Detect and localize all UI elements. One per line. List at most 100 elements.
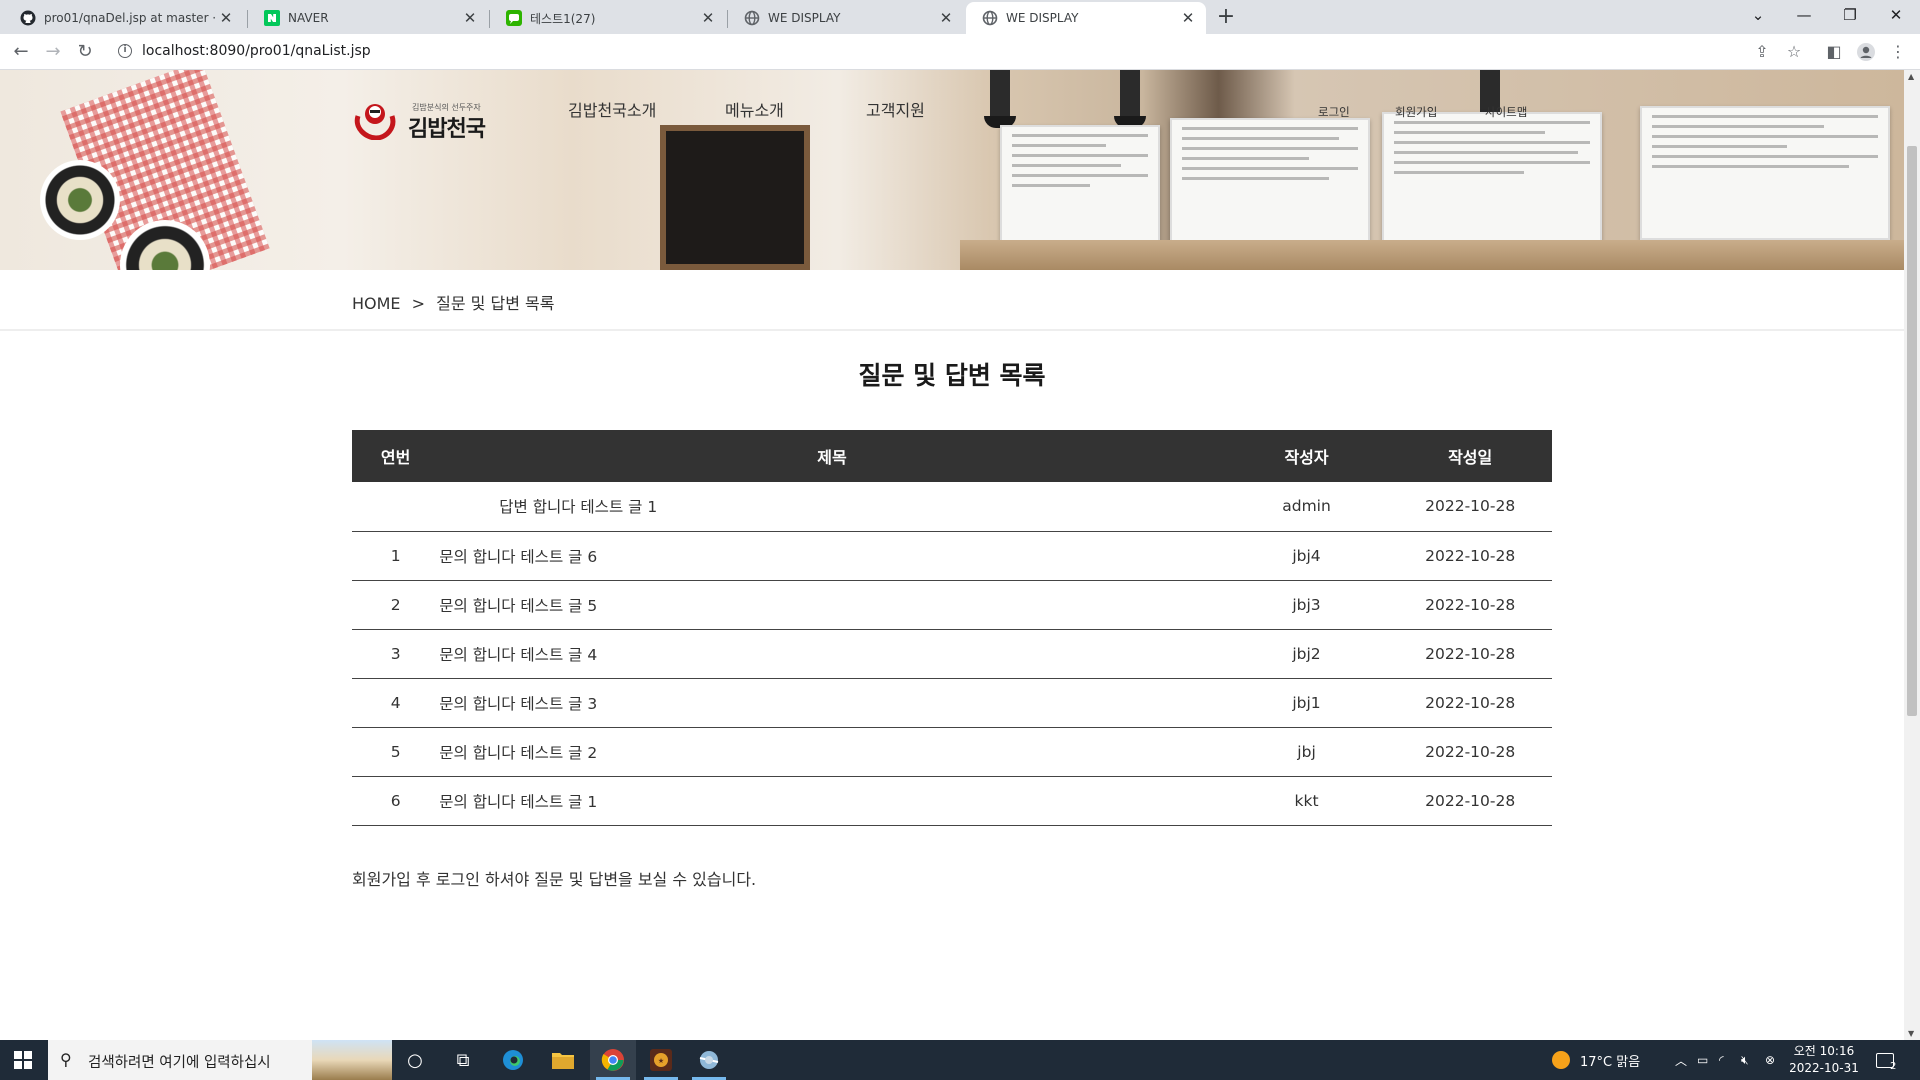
weather-widget[interactable]: 17°C 맑음 — [1552, 1040, 1640, 1080]
taskbar-clock[interactable]: 오전 10:16 2022-10-31 — [1788, 1043, 1860, 1077]
edge-icon[interactable] — [490, 1040, 536, 1080]
breadcrumb-current: 질문 및 답변 목록 — [436, 294, 555, 313]
table-row[interactable]: 4 문의 합니다 테스트 글 3 jbj1 2022-10-28 — [352, 678, 1552, 728]
row-title-link[interactable]: 문의 합니다 테스트 글 3 — [439, 678, 1225, 728]
table-row[interactable]: 6 문의 합니다 테스트 글 1 kkt 2022-10-28 — [352, 776, 1552, 826]
notification-count: 2 — [1890, 1060, 1897, 1072]
tab-we-display[interactable]: WE DISPLAY ✕ — [728, 2, 964, 34]
globe-icon — [744, 10, 760, 26]
search-icon: ⚲ — [60, 1050, 72, 1069]
tab-github[interactable]: pro01/qnaDel.jsp at master · ok ✕ — [4, 2, 244, 34]
row-date: 2022-10-28 — [1388, 678, 1552, 728]
row-writer: jbj3 — [1224, 580, 1389, 630]
menu-board-decoration — [1382, 112, 1602, 242]
chrome-icon[interactable] — [590, 1040, 636, 1080]
close-icon[interactable]: ✕ — [462, 9, 478, 27]
close-window-button[interactable]: ✕ — [1873, 0, 1919, 30]
row-number: 6 — [352, 776, 440, 826]
volume-muted-icon[interactable]: 🔇︎ — [1741, 1040, 1749, 1080]
lamp-decoration — [1114, 70, 1146, 128]
tray-device-icon[interactable]: ▭ — [1697, 1040, 1708, 1080]
row-title-link[interactable]: 문의 합니다 테스트 글 6 — [439, 531, 1225, 581]
table-row[interactable]: 2 문의 합니다 테스트 글 5 jbj3 2022-10-28 — [352, 580, 1552, 630]
row-number: 4 — [352, 678, 440, 728]
row-date: 2022-10-28 — [1388, 776, 1552, 826]
table-row[interactable]: 5 문의 합니다 테스트 글 2 jbj 2022-10-28 — [352, 727, 1552, 777]
row-title-link[interactable]: 문의 합니다 테스트 글 5 — [439, 580, 1225, 630]
row-date: 2022-10-28 — [1388, 629, 1552, 679]
start-button[interactable] — [0, 1040, 46, 1080]
browser-tab-strip: pro01/qnaDel.jsp at master · ok ✕ NAVER … — [0, 0, 1920, 34]
game-app-icon[interactable]: ★ — [638, 1040, 684, 1080]
new-tab-button[interactable]: + — [1212, 4, 1240, 32]
nav-item-about[interactable]: 김밥천국소개 — [568, 97, 656, 121]
table-row[interactable]: 3 문의 합니다 테스트 글 4 jbj2 2022-10-28 — [352, 629, 1552, 679]
share-icon[interactable]: ⇪ — [1747, 37, 1777, 67]
tab-we-display-active[interactable]: WE DISPLAY ✕ — [966, 2, 1206, 34]
page-scrollbar[interactable]: ▲ ▼ — [1904, 70, 1920, 1040]
site-info-icon[interactable]: i — [118, 44, 132, 58]
close-icon[interactable]: ✕ — [1180, 9, 1196, 27]
signup-link[interactable]: 회원가입 — [1395, 104, 1437, 120]
svg-text:★: ★ — [658, 1057, 664, 1065]
tray-status-icon[interactable]: ⊗ — [1765, 1040, 1775, 1080]
close-icon[interactable]: ✕ — [938, 9, 954, 27]
scrollbar-thumb[interactable] — [1907, 146, 1917, 716]
qna-table: 연번 제목 작성자 작성일 답변 합니다 테스트 글 1 admin 2022-… — [352, 430, 1552, 826]
notification-center[interactable]: 2 — [1876, 1040, 1896, 1080]
row-number: 1 — [352, 531, 440, 581]
breadcrumb: HOME > 질문 및 답변 목록 — [352, 290, 560, 314]
minimize-button[interactable]: — — [1781, 0, 1827, 30]
task-view-icon[interactable]: ⧉ — [440, 1040, 486, 1080]
table-row[interactable]: 답변 합니다 테스트 글 1 admin 2022-10-28 — [352, 482, 1552, 532]
tab-title: WE DISPLAY — [1006, 11, 1079, 25]
menu-board-decoration — [1640, 106, 1890, 240]
cortana-icon[interactable]: ○ — [392, 1040, 438, 1080]
table-row[interactable]: 1 문의 합니다 테스트 글 6 jbj4 2022-10-28 — [352, 531, 1552, 581]
logo-brand: 김밥천국 — [408, 116, 486, 142]
row-writer: jbj4 — [1224, 531, 1389, 581]
back-arrow-icon[interactable]: ← — [6, 37, 36, 67]
sitemap-link[interactable]: 사이트맵 — [1485, 104, 1527, 120]
row-writer: jbj — [1224, 727, 1389, 777]
nav-item-support[interactable]: 고객지원 — [866, 97, 925, 121]
row-date: 2022-10-28 — [1388, 580, 1552, 630]
row-title-link[interactable]: 문의 합니다 테스트 글 4 — [439, 629, 1225, 679]
taskbar-search-box[interactable]: ⚲ 검색하려면 여기에 입력하십시 — [48, 1040, 392, 1080]
eclipse-icon[interactable] — [686, 1040, 732, 1080]
close-icon[interactable]: ✕ — [218, 9, 234, 27]
row-title-link[interactable]: 문의 합니다 테스트 글 2 — [439, 727, 1225, 777]
side-panel-icon[interactable]: ◧ — [1819, 37, 1849, 67]
tab-chat[interactable]: 테스트1(27) ✕ — [490, 2, 726, 34]
clock-time: 오전 10:16 — [1793, 1044, 1855, 1058]
profile-avatar-icon[interactable] — [1851, 37, 1881, 67]
close-icon[interactable]: ✕ — [700, 9, 716, 27]
bookmark-star-icon[interactable]: ☆ — [1779, 37, 1809, 67]
restore-button[interactable]: ❐ — [1827, 0, 1873, 30]
lamp-decoration — [984, 70, 1016, 128]
chat-icon — [506, 10, 522, 26]
address-bar[interactable]: i localhost:8090/pro01/qnaList.jsp — [108, 37, 1800, 67]
site-logo[interactable]: 김밥분식의 선두주자 김밥천국 — [352, 98, 502, 142]
wifi-icon[interactable]: ◜ — [1719, 1040, 1724, 1080]
tray-chevron-icon[interactable]: ︿ — [1675, 1040, 1687, 1080]
row-title-link[interactable]: 문의 합니다 테스트 글 1 — [439, 776, 1225, 826]
url-text: localhost:8090/pro01/qnaList.jsp — [142, 43, 371, 59]
kebab-menu-icon[interactable]: ⋮ — [1883, 37, 1913, 67]
table-header-row: 연번 제목 작성자 작성일 — [352, 430, 1552, 482]
scroll-down-icon[interactable]: ▼ — [1908, 1029, 1914, 1038]
tab-search-icon[interactable]: ⌄ — [1735, 0, 1781, 30]
row-title-link[interactable]: 답변 합니다 테스트 글 1 — [439, 482, 1225, 532]
column-header-title: 제목 — [439, 430, 1225, 482]
breadcrumb-home-link[interactable]: HOME — [352, 294, 401, 313]
menu-board-decoration — [1170, 118, 1370, 243]
tab-naver[interactable]: NAVER ✕ — [248, 2, 488, 34]
row-number: 2 — [352, 580, 440, 630]
row-number — [352, 482, 440, 532]
forward-arrow-icon[interactable]: → — [38, 37, 68, 67]
scroll-up-icon[interactable]: ▲ — [1908, 72, 1914, 81]
file-explorer-icon[interactable] — [540, 1040, 586, 1080]
nav-item-menu[interactable]: 메뉴소개 — [725, 97, 784, 121]
reload-icon[interactable]: ↻ — [70, 37, 100, 67]
login-link[interactable]: 로그인 — [1318, 104, 1350, 120]
